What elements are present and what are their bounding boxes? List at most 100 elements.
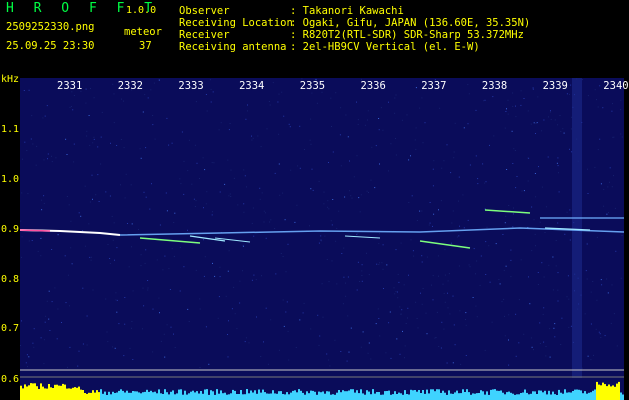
histogram-bar (616, 383, 618, 400)
noise-pixel (600, 337, 602, 338)
noise-pixel (597, 106, 599, 108)
histogram-bar (472, 393, 474, 400)
noise-pixel (72, 109, 74, 111)
noise-pixel (166, 324, 168, 326)
noise-pixel (447, 292, 448, 294)
histogram-bar (268, 393, 270, 400)
noise-pixel (395, 94, 397, 96)
histogram-bar (338, 390, 340, 400)
noise-pixel (378, 318, 380, 319)
noise-pixel (57, 308, 59, 310)
noise-pixel (477, 183, 479, 185)
noise-pixel (152, 308, 154, 310)
histogram-bar (116, 392, 118, 400)
histogram-bar (408, 394, 410, 400)
noise-pixel (173, 333, 174, 335)
noise-pixel (377, 308, 379, 310)
noise-pixel (139, 148, 141, 150)
noise-pixel (187, 170, 189, 172)
noise-pixel (351, 197, 353, 199)
histogram-bar (58, 385, 60, 400)
noise-pixel (327, 206, 329, 208)
noise-pixel (476, 260, 478, 262)
histogram-bar (204, 389, 206, 400)
histogram-bar (586, 393, 588, 400)
noise-pixel (153, 82, 155, 84)
noise-pixel (450, 172, 452, 174)
histogram-bar (352, 389, 354, 400)
noise-pixel (174, 255, 175, 257)
noise-pixel (173, 222, 175, 223)
noise-pixel (112, 239, 114, 241)
histogram-bar (96, 390, 98, 400)
noise-pixel (69, 346, 71, 348)
noise-pixel (561, 317, 563, 319)
noise-pixel (602, 107, 604, 109)
noise-pixel (84, 185, 86, 187)
histogram-bar (522, 392, 524, 400)
noise-pixel (397, 273, 399, 275)
histogram-bar (282, 394, 284, 400)
histogram-bar (404, 390, 406, 400)
noise-pixel (92, 289, 94, 291)
noise-pixel (504, 335, 506, 337)
noise-pixel (432, 275, 434, 277)
histogram-bar (66, 388, 68, 400)
noise-pixel (310, 188, 312, 190)
noise-pixel (458, 235, 460, 237)
noise-pixel (69, 305, 70, 307)
noise-pixel (378, 243, 380, 245)
histogram-bar (246, 389, 248, 400)
histogram-bar (572, 391, 574, 400)
histogram-bar (446, 394, 448, 400)
histogram-bar (376, 392, 378, 400)
noise-pixel (287, 330, 289, 332)
noise-pixel (282, 192, 284, 194)
interference-band (572, 78, 582, 378)
noise-pixel (532, 88, 534, 90)
noise-pixel (415, 127, 417, 129)
histogram-bar (432, 389, 434, 400)
histogram-bar (618, 381, 620, 400)
x-tick-label: 2340 (603, 80, 629, 92)
noise-pixel (46, 300, 48, 302)
histogram-bar (214, 394, 216, 400)
histogram-bar (226, 394, 228, 400)
noise-pixel (441, 321, 443, 323)
noise-pixel (600, 183, 602, 185)
noise-pixel (371, 146, 373, 148)
noise-pixel (534, 233, 536, 235)
noise-pixel (444, 274, 446, 276)
histogram-bar (258, 389, 260, 400)
noise-pixel (421, 97, 423, 99)
histogram-bar (78, 386, 80, 400)
receiver-label: Receiver (179, 29, 230, 41)
noise-pixel (368, 274, 370, 276)
noise-pixel (544, 232, 546, 233)
noise-pixel (179, 290, 181, 292)
noise-pixel (535, 133, 536, 134)
histogram-bar (430, 389, 432, 400)
noise-pixel (599, 85, 601, 87)
noise-pixel (515, 116, 517, 118)
noise-pixel (520, 90, 522, 92)
noise-pixel (261, 275, 262, 277)
histogram-bar (232, 389, 234, 400)
noise-pixel (32, 342, 34, 344)
noise-pixel (252, 207, 254, 209)
noise-pixel (485, 241, 487, 243)
noise-pixel (444, 249, 446, 251)
noise-pixel (118, 323, 120, 325)
noise-pixel (203, 207, 204, 209)
noise-pixel (397, 297, 399, 299)
noise-pixel (156, 259, 158, 261)
noise-pixel (168, 268, 170, 270)
noise-pixel (570, 128, 572, 130)
noise-pixel (144, 262, 146, 264)
noise-pixel (147, 280, 149, 281)
histogram-bar (230, 393, 232, 400)
noise-pixel (234, 313, 236, 315)
histogram-bar (90, 392, 92, 400)
noise-pixel (145, 249, 147, 251)
noise-pixel (64, 255, 66, 257)
